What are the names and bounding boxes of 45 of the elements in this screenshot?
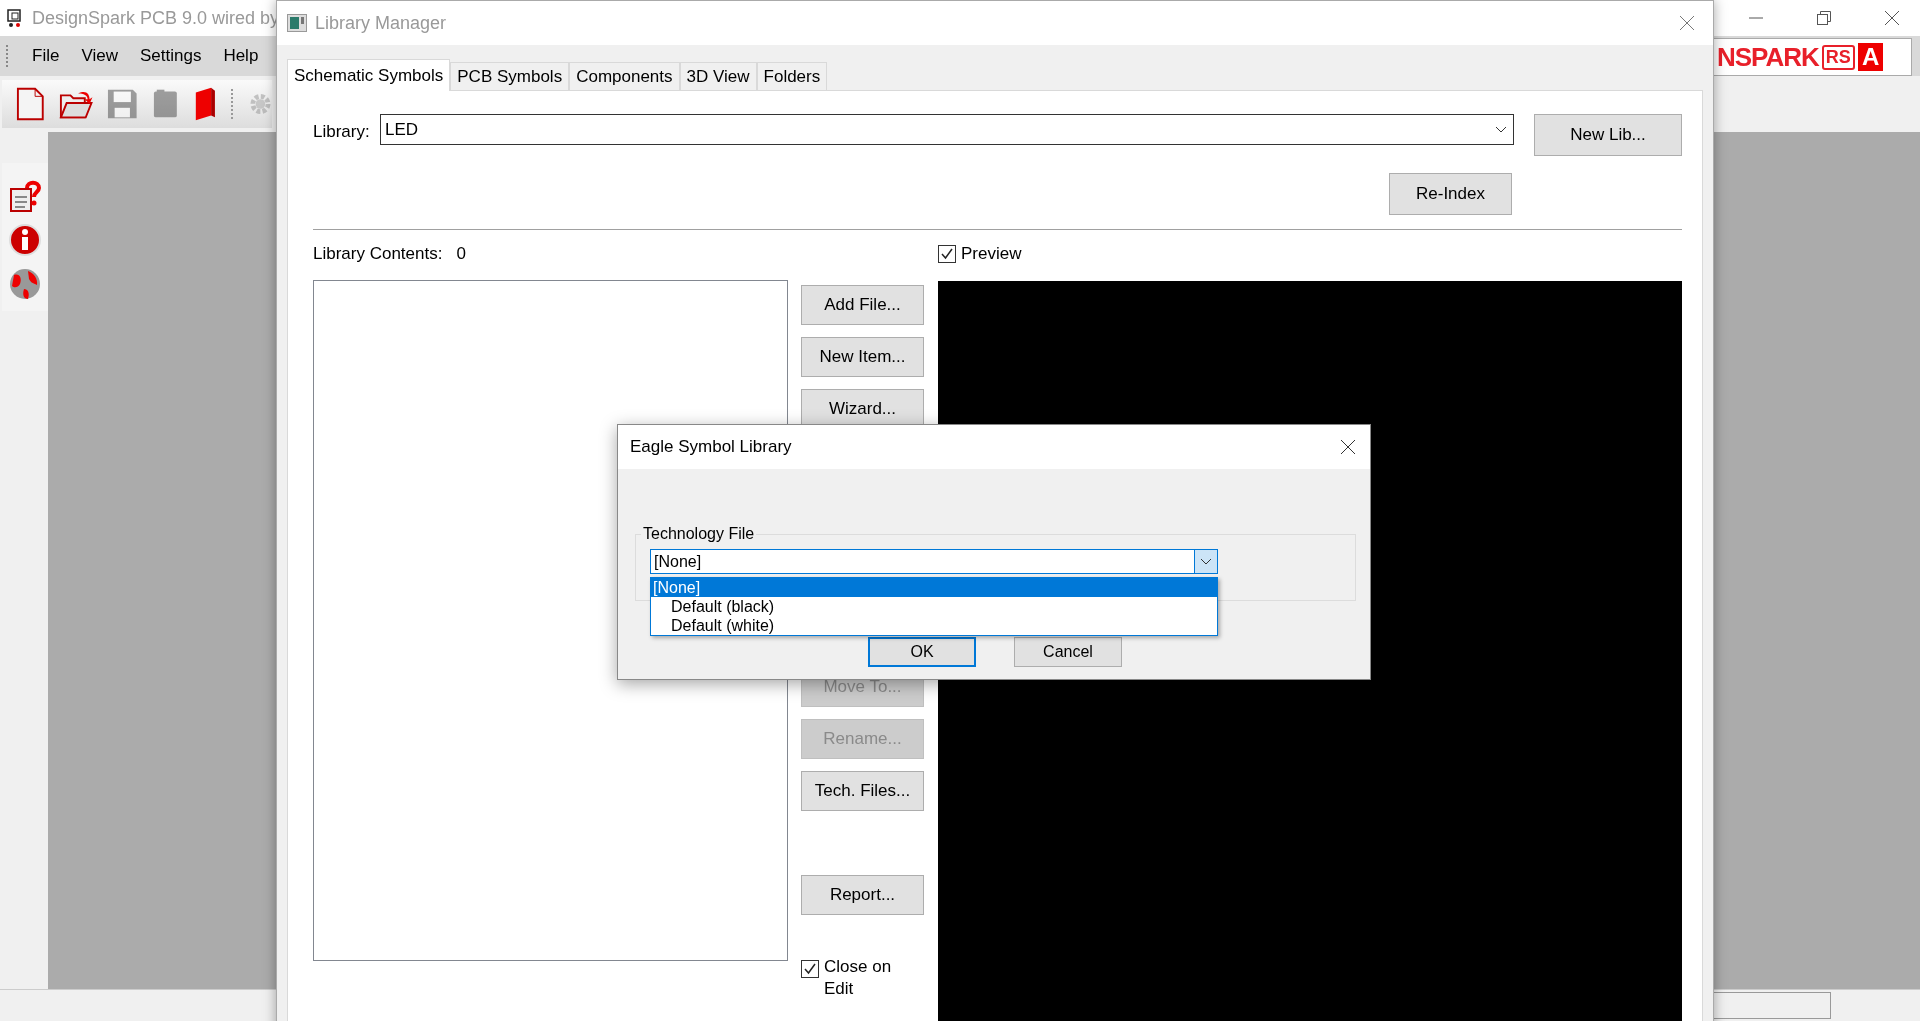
action-button[interactable]: New Item... — [801, 337, 924, 377]
dropdown-option[interactable]: Default (black) — [651, 597, 1217, 616]
action-button[interactable]: Report... — [801, 875, 924, 915]
checkbox[interactable] — [938, 245, 956, 263]
contents-label: Library Contents: — [313, 244, 443, 265]
tab[interactable]: PCB Symbols — [450, 62, 570, 90]
menu-item[interactable]: Help — [223, 46, 259, 66]
menu-item[interactable]: View — [81, 46, 118, 66]
tab[interactable]: Components — [569, 62, 680, 90]
checkbox[interactable] — [801, 960, 819, 978]
checkbox-label: Close on Edit — [824, 956, 893, 1000]
library-dropdown[interactable]: LED — [380, 114, 1514, 145]
dialog-button[interactable]: OK — [868, 637, 976, 667]
dropdown-button[interactable] — [1194, 550, 1217, 573]
info-icon[interactable] — [8, 223, 42, 257]
checkbox-label: Preview — [961, 244, 1022, 264]
logo: NSPARK RS A — [1712, 38, 1912, 76]
tab[interactable]: Folders — [756, 62, 828, 90]
new-lib-button[interactable]: New Lib... — [1534, 114, 1682, 156]
dialog-button[interactable]: Cancel — [1014, 637, 1122, 667]
chevron-down-icon — [1200, 557, 1212, 566]
new-file-icon[interactable] — [16, 86, 45, 122]
action-button[interactable]: Add File... — [801, 285, 924, 325]
contents-count: 0 — [456, 244, 466, 265]
help-icon[interactable] — [8, 179, 42, 213]
menu-item[interactable]: Settings — [139, 46, 202, 66]
close-icon[interactable] — [1340, 439, 1356, 455]
tab[interactable]: Schematic Symbols — [287, 59, 451, 91]
dropdown-option[interactable]: Default (white) — [651, 616, 1217, 635]
chevron-down-icon — [1495, 125, 1507, 134]
window-icon — [287, 14, 307, 32]
chip-icon — [6, 8, 24, 28]
dropdown-option[interactable]: [None] — [651, 578, 1217, 597]
tab[interactable]: 3D View — [679, 62, 757, 90]
restore-icon[interactable] — [1816, 10, 1832, 26]
menu-item[interactable]: File — [32, 46, 60, 66]
technology-dropdown[interactable]: [None] — [650, 549, 1218, 574]
dialog-title: Eagle Symbol Library — [630, 437, 792, 457]
action-button[interactable]: Tech. Files... — [801, 771, 924, 811]
re-index-button[interactable]: Re-Index — [1389, 173, 1512, 215]
globe-icon[interactable] — [8, 267, 42, 301]
field-label: Library: — [313, 121, 371, 142]
group-label: Technology File — [642, 525, 756, 543]
window-title: Library Manager — [315, 12, 447, 34]
close-icon[interactable] — [1884, 10, 1900, 26]
